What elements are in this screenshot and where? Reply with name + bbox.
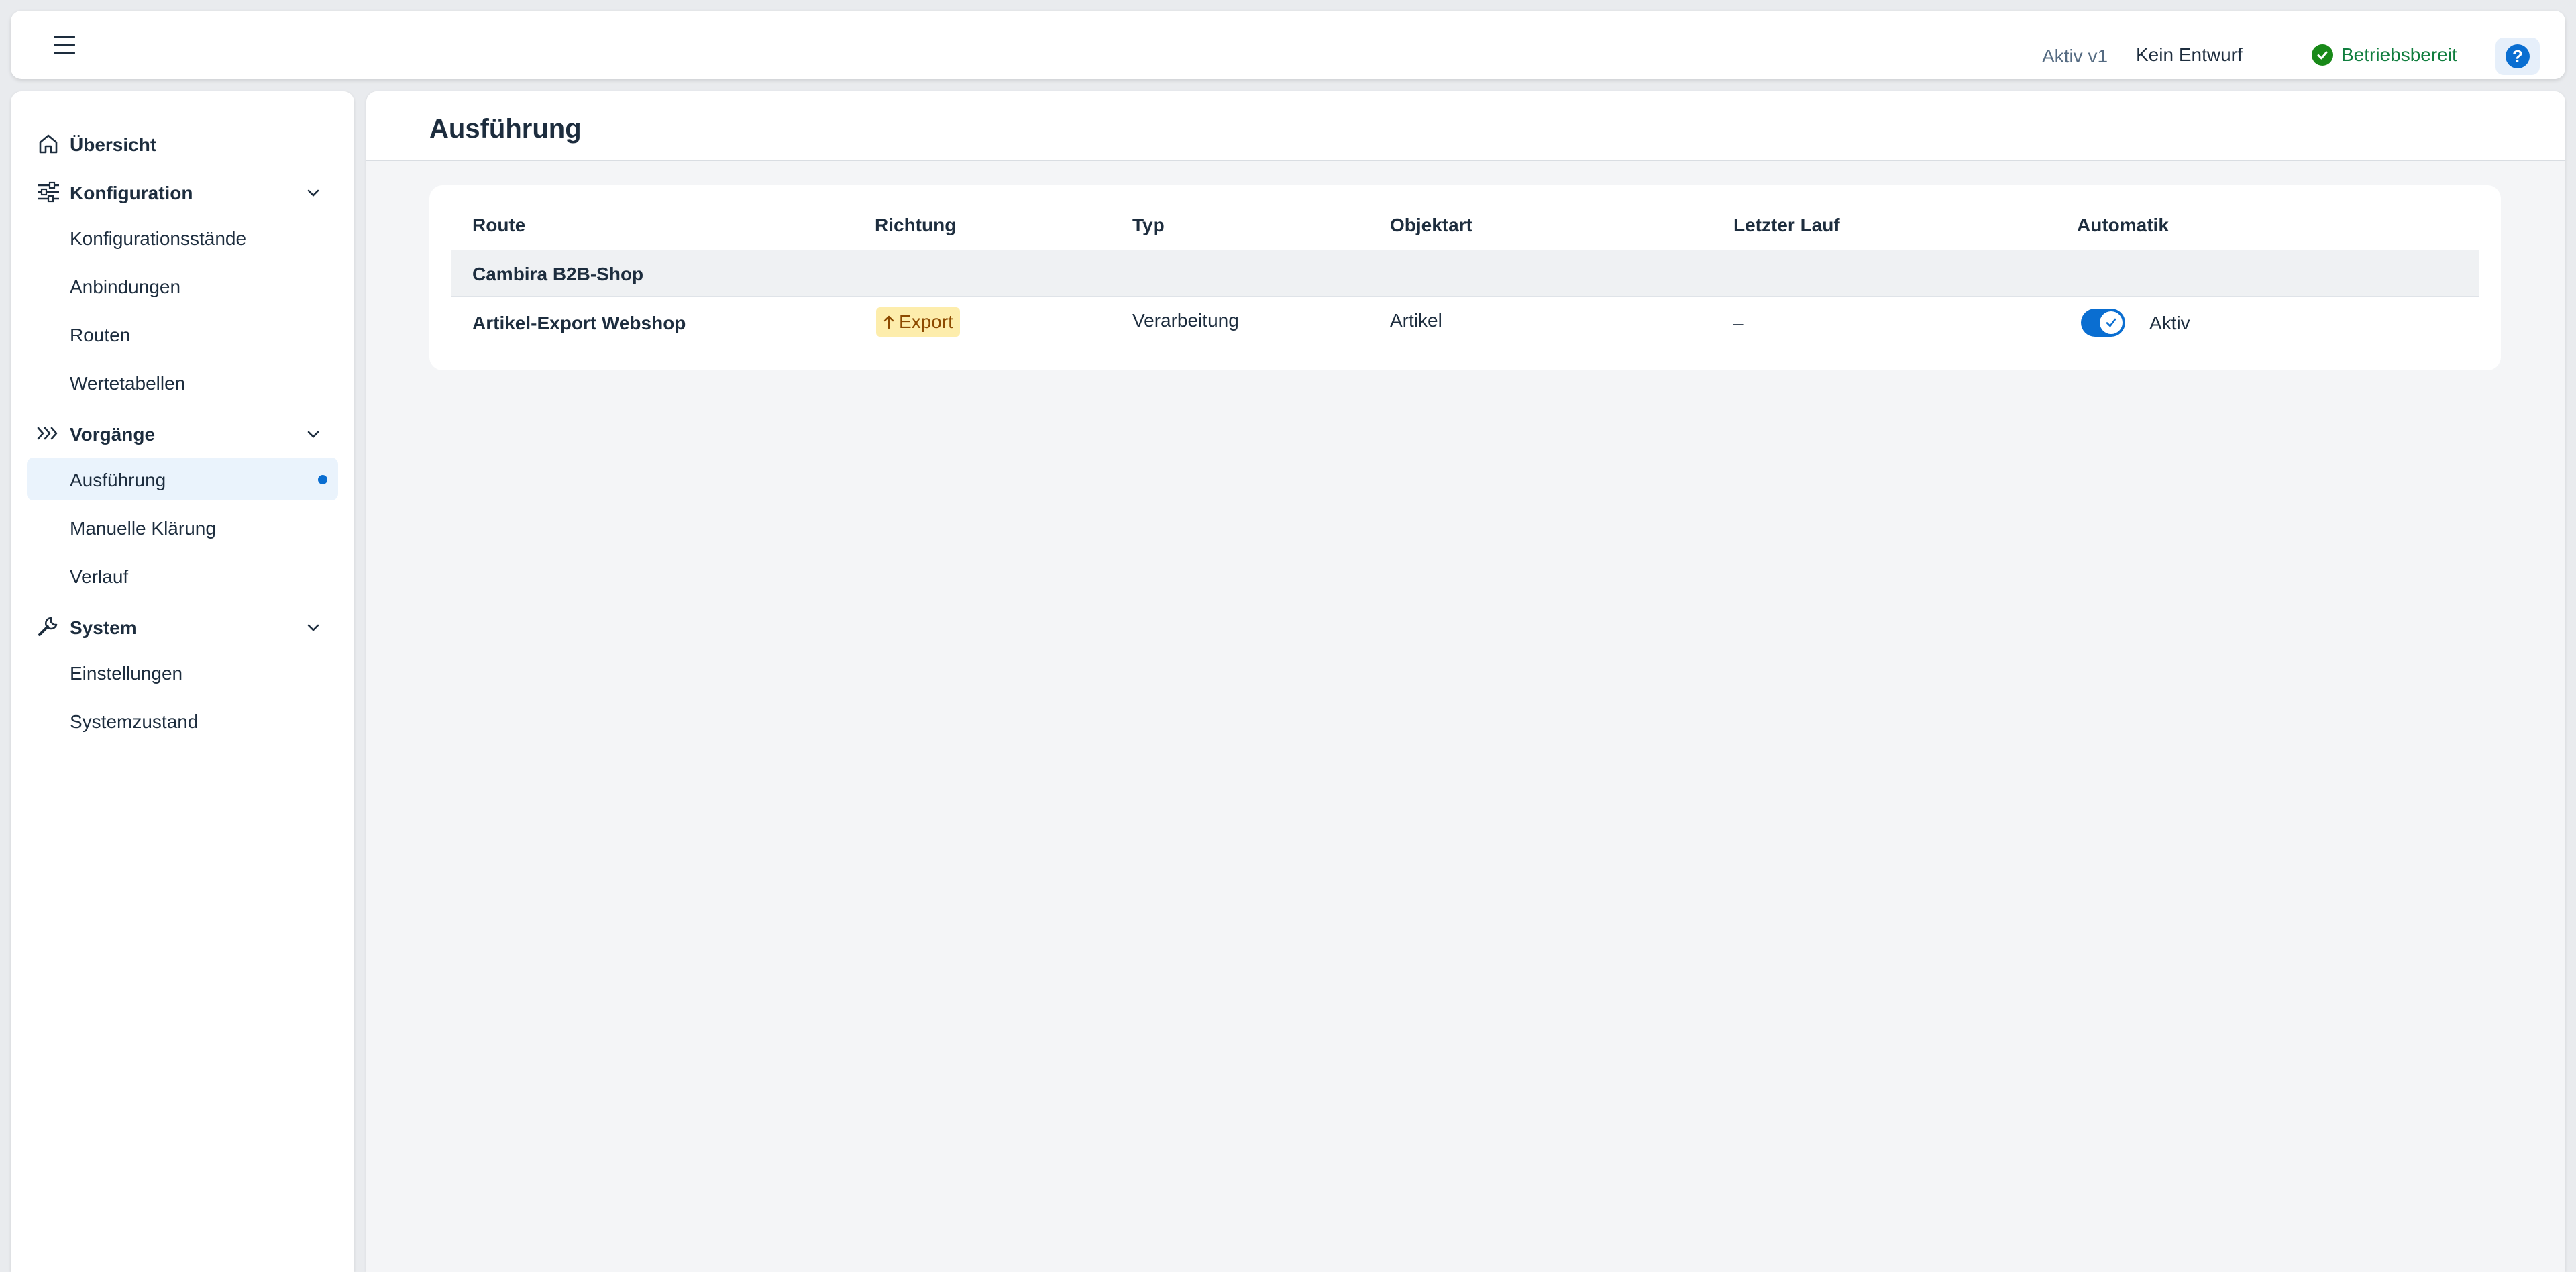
help-icon: ? — [2506, 44, 2530, 68]
automatic-status-label: Aktiv — [2149, 313, 2190, 333]
sliders-icon — [35, 181, 62, 203]
sidebar-item-label: Übersicht — [70, 134, 157, 155]
check-icon — [2100, 311, 2123, 334]
sidebar-item-manuelle-klaerung[interactable]: Manuelle Klärung — [27, 506, 338, 549]
sidebar-item-label: Wertetabellen — [70, 373, 186, 394]
column-header-objektart[interactable]: Objektart — [1390, 215, 1472, 236]
sidebar-item-label: Anbindungen — [70, 276, 181, 297]
sidebar-item-label: Einstellungen — [70, 663, 183, 684]
version-label: Aktiv v1 — [2042, 46, 2108, 66]
sidebar-item-label: Verlauf — [70, 566, 129, 587]
routes-table: Route Richtung Typ Objektart Letzter Lau… — [429, 185, 2501, 370]
status-label: Betriebsbereit — [2341, 44, 2457, 65]
menu-button[interactable] — [40, 28, 89, 62]
sidebar-item-einstellungen[interactable]: Einstellungen — [27, 651, 338, 694]
process-icon — [35, 423, 62, 444]
sidebar-item-anbindungen[interactable]: Anbindungen — [27, 264, 338, 307]
table-row[interactable]: Artikel-Export Webshop Export Verarbeitu… — [451, 297, 2479, 350]
sidebar-item-konfigurationsstaende[interactable]: Konfigurationsstände — [27, 216, 338, 259]
help-button[interactable]: ? — [2496, 38, 2540, 75]
cell-route[interactable]: Artikel-Export Webshop — [472, 313, 686, 334]
direction-badge: Export — [876, 307, 960, 337]
cell-object-type: Artikel — [1390, 310, 1442, 331]
page-title: Ausführung — [429, 114, 582, 144]
check-circle-icon — [2312, 44, 2333, 66]
sidebar-group-system[interactable]: System — [11, 606, 354, 647]
sidebar-group-konfiguration[interactable]: Konfiguration — [11, 172, 354, 212]
draft-status: Kein Entwurf — [2136, 44, 2243, 65]
cell-last-run: – — [1733, 313, 1744, 333]
table-group-row: Cambira B2B-Shop — [451, 250, 2479, 297]
column-header-richtung[interactable]: Richtung — [875, 215, 956, 236]
sidebar-item-systemzustand[interactable]: Systemzustand — [27, 699, 338, 742]
sidebar-item-label: Routen — [70, 325, 131, 346]
active-indicator-dot — [318, 475, 327, 484]
sidebar-item-wertetabellen[interactable]: Wertetabellen — [27, 361, 338, 404]
sidebar-group-label: Konfiguration — [70, 182, 193, 203]
sidebar-item-routen[interactable]: Routen — [27, 313, 338, 356]
cell-type: Verarbeitung — [1132, 310, 1239, 331]
hamburger-icon — [54, 36, 75, 38]
column-header-letzter-lauf[interactable]: Letzter Lauf — [1733, 215, 1840, 236]
group-label: Cambira B2B-Shop — [472, 264, 644, 284]
sidebar-item-label: Manuelle Klärung — [70, 518, 216, 539]
sidebar-group-label: System — [70, 617, 137, 638]
automatic-toggle[interactable] — [2081, 309, 2125, 337]
arrow-up-icon — [883, 315, 894, 329]
sidebar-item-overview[interactable]: Übersicht — [11, 123, 354, 164]
sidebar-item-label: Ausführung — [70, 470, 166, 490]
system-status: Betriebsbereit — [2312, 44, 2457, 66]
direction-label: Export — [899, 311, 953, 332]
sidebar-group-vorgaenge[interactable]: Vorgänge — [11, 413, 354, 454]
column-header-route[interactable]: Route — [472, 215, 525, 236]
sidebar: Übersicht Konfiguration Konfigurationsst… — [11, 91, 354, 1272]
column-header-typ[interactable]: Typ — [1132, 215, 1165, 236]
wrench-icon — [35, 616, 62, 637]
sidebar-item-ausfuehrung[interactable]: Ausführung — [27, 458, 338, 500]
chevron-down-icon — [307, 431, 319, 438]
sidebar-item-label: Konfigurationsstände — [70, 228, 247, 249]
page-header: Ausführung — [366, 91, 2565, 161]
main-content: Ausführung Route Richtung Typ Objektart … — [366, 91, 2565, 1272]
home-icon — [35, 133, 62, 154]
chevron-down-icon — [307, 624, 319, 631]
chevron-down-icon — [307, 189, 319, 197]
column-header-automatik[interactable]: Automatik — [2077, 215, 2169, 236]
sidebar-item-label: Systemzustand — [70, 711, 199, 732]
sidebar-item-verlauf[interactable]: Verlauf — [27, 554, 338, 597]
sidebar-group-label: Vorgänge — [70, 424, 156, 445]
shell-bar: Aktiv v1 Kein Entwurf Betriebsbereit ? — [11, 11, 2565, 79]
